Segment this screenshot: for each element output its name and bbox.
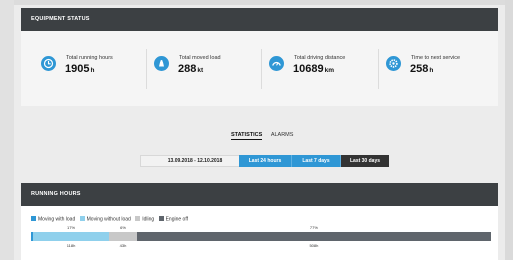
metric-running-hours: Total running hours 1905h [41,51,141,87]
segment-percent-label: 77% [309,225,318,230]
tab-alarms[interactable]: ALARMS [271,132,294,138]
equipment-status-title: EQUIPMENT STATUS [21,8,498,31]
metric-label: Total moved load [179,55,221,61]
speedometer-icon [269,56,284,71]
segment-percent-label: 6% [120,225,126,230]
legend-label: Idling [142,216,155,223]
page-scrollbar-area [505,0,513,260]
time-range-buttons: Last 24 hours Last 7 days Last 30 days [239,155,389,167]
weight-icon [154,56,169,71]
metric-label: Total driving distance [294,55,346,61]
bar-segment[interactable] [32,232,110,241]
metric-moved-load: Total moved load 288kt [154,51,254,87]
legend-label: Engine off [165,216,189,223]
equipment-status-panel: EQUIPMENT STATUS Total running hours 190… [21,8,498,106]
running-hours-title: RUNNING HOURS [21,183,498,206]
segment-hours-label: 118h [66,243,76,248]
date-range-picker[interactable]: 13.09.2018 - 12.10.2018 [140,155,250,167]
metric-value: 10689km [293,63,334,75]
metric-unit: kt [197,67,204,74]
view-tabs: STATISTICS ALARMS [231,132,300,140]
running-hours-bar [31,232,491,241]
metric-unit: h [429,67,434,74]
page-left-edge [0,0,14,260]
legend-swatch [135,216,141,221]
last-7-days-button[interactable]: Last 7 days [292,155,341,167]
legend-item[interactable]: Moving with load [31,216,75,223]
metric-driving-distance: Total driving distance 10689km [269,51,379,87]
last-30-days-button[interactable]: Last 30 days [341,155,389,167]
clock-icon [41,56,56,71]
legend-item[interactable]: Moving without load [79,216,131,223]
page-top-strip [14,0,505,5]
segment-hours-label: 43h [119,243,127,248]
metric-divider [146,49,147,89]
bar-segment[interactable] [136,232,491,241]
legend-item[interactable]: Idling [135,216,154,223]
statistics-toolbar: STATISTICS ALARMS 13.09.2018 - 12.10.201… [21,122,498,174]
last-24-hours-button[interactable]: Last 24 hours [239,155,292,167]
metric-unit: km [324,67,334,74]
metric-next-service: Time to next service 258h [386,51,491,87]
metric-value: 1905h [65,63,95,75]
metric-value: 288kt [178,63,204,75]
bar-segment[interactable] [109,232,137,241]
metric-label: Total running hours [66,55,113,61]
running-hours-legend: Moving with load Moving without load Idl… [31,216,191,223]
metric-value: 258h [410,63,434,75]
legend-swatch [31,216,36,221]
equipment-metrics: Total running hours 1905h Total moved lo… [21,31,498,106]
legend-item[interactable]: Engine off [158,216,189,223]
tab-statistics[interactable]: STATISTICS [231,132,263,140]
metric-label: Time to next service [411,55,461,61]
legend-label: Moving without load [86,216,131,223]
gear-icon [386,56,401,71]
legend-swatch [158,216,164,221]
segment-hours-label: 508h [309,243,319,248]
metric-divider [261,49,262,89]
legend-label: Moving with load [38,216,76,223]
legend-swatch [79,216,85,221]
metric-unit: h [90,67,95,74]
running-hours-panel: RUNNING HOURS Moving with load Moving wi… [21,183,498,260]
segment-percent-label: 17% [67,225,76,230]
metric-divider [378,49,379,89]
